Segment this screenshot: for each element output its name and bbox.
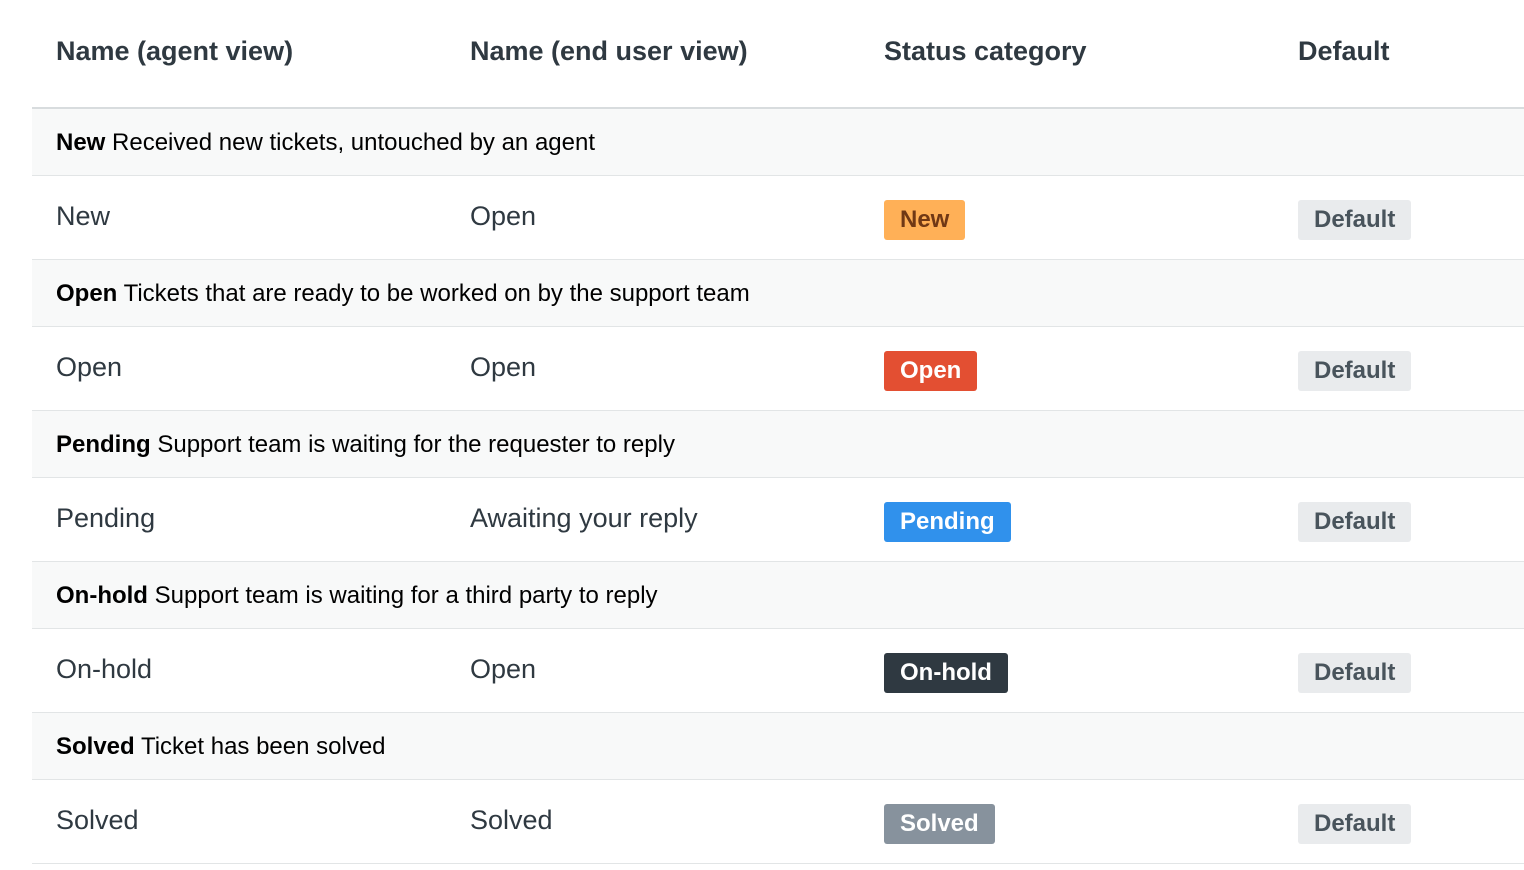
end-user-view-name: Awaiting your reply xyxy=(470,503,698,533)
group-description: Ticket has been solved xyxy=(140,733,386,760)
table-row[interactable]: Solved Solved Solved Default xyxy=(32,780,1524,864)
group-name: On-hold xyxy=(56,582,148,609)
end-user-view-name: Open xyxy=(470,201,537,231)
status-category-badge: Solved xyxy=(884,804,995,844)
table-row[interactable]: Open Open Open Default xyxy=(32,327,1524,411)
column-header-end-user-view[interactable]: Name (end user view) xyxy=(470,36,748,67)
group-description: Tickets that are ready to be worked on b… xyxy=(123,280,750,307)
status-category-badge: Pending xyxy=(884,502,1011,542)
group-label: Solved Ticket has been solved xyxy=(56,733,386,761)
group-name: Solved xyxy=(56,733,135,760)
group-description: Received new tickets, untouched by an ag… xyxy=(112,129,596,156)
group-description: Support team is waiting for the requeste… xyxy=(157,431,675,458)
table-row[interactable]: Pending Awaiting your reply Pending Defa… xyxy=(32,478,1524,562)
column-header-default[interactable]: Default xyxy=(1298,36,1390,67)
agent-view-name: Open xyxy=(56,352,123,382)
group-name: New xyxy=(56,129,106,156)
table-row[interactable]: On-hold Open On-hold Default xyxy=(32,629,1524,713)
default-badge: Default xyxy=(1298,200,1412,240)
default-badge: Default xyxy=(1298,653,1412,693)
group-label: Open Tickets that are ready to be worked… xyxy=(56,280,750,308)
status-category-badge: New xyxy=(884,200,966,240)
end-user-view-name: Solved xyxy=(470,805,553,835)
group-name: Open xyxy=(56,280,118,307)
group-row-open: Open Tickets that are ready to be worked… xyxy=(32,260,1524,327)
agent-view-name: Pending xyxy=(56,503,156,533)
group-row-on-hold: On-hold Support team is waiting for a th… xyxy=(32,562,1524,629)
default-badge: Default xyxy=(1298,351,1412,391)
group-label: On-hold Support team is waiting for a th… xyxy=(56,582,658,610)
status-category-badge: Open xyxy=(884,351,978,391)
end-user-view-name: Open xyxy=(470,654,537,684)
column-header-status-category[interactable]: Status category xyxy=(884,36,1087,67)
group-row-new: New Received new tickets, untouched by a… xyxy=(32,109,1524,176)
table-row[interactable]: New Open New Default xyxy=(32,176,1524,260)
default-badge: Default xyxy=(1298,804,1412,844)
column-header-agent-view[interactable]: Name (agent view) xyxy=(56,36,293,67)
group-description: Support team is waiting for a third part… xyxy=(154,582,658,609)
agent-view-name: New xyxy=(56,201,111,231)
table-header: Name (agent view) Name (end user view) S… xyxy=(32,0,1524,109)
group-label: Pending Support team is waiting for the … xyxy=(56,431,675,459)
ticket-statuses-table: Name (agent view) Name (end user view) S… xyxy=(32,0,1524,864)
group-row-solved: Solved Ticket has been solved xyxy=(32,713,1524,780)
end-user-view-name: Open xyxy=(470,352,537,382)
group-name: Pending xyxy=(56,431,151,458)
group-label: New Received new tickets, untouched by a… xyxy=(56,129,595,157)
agent-view-name: Solved xyxy=(56,805,139,835)
default-badge: Default xyxy=(1298,502,1412,542)
agent-view-name: On-hold xyxy=(56,654,153,684)
status-category-badge: On-hold xyxy=(884,653,1008,693)
group-row-pending: Pending Support team is waiting for the … xyxy=(32,411,1524,478)
